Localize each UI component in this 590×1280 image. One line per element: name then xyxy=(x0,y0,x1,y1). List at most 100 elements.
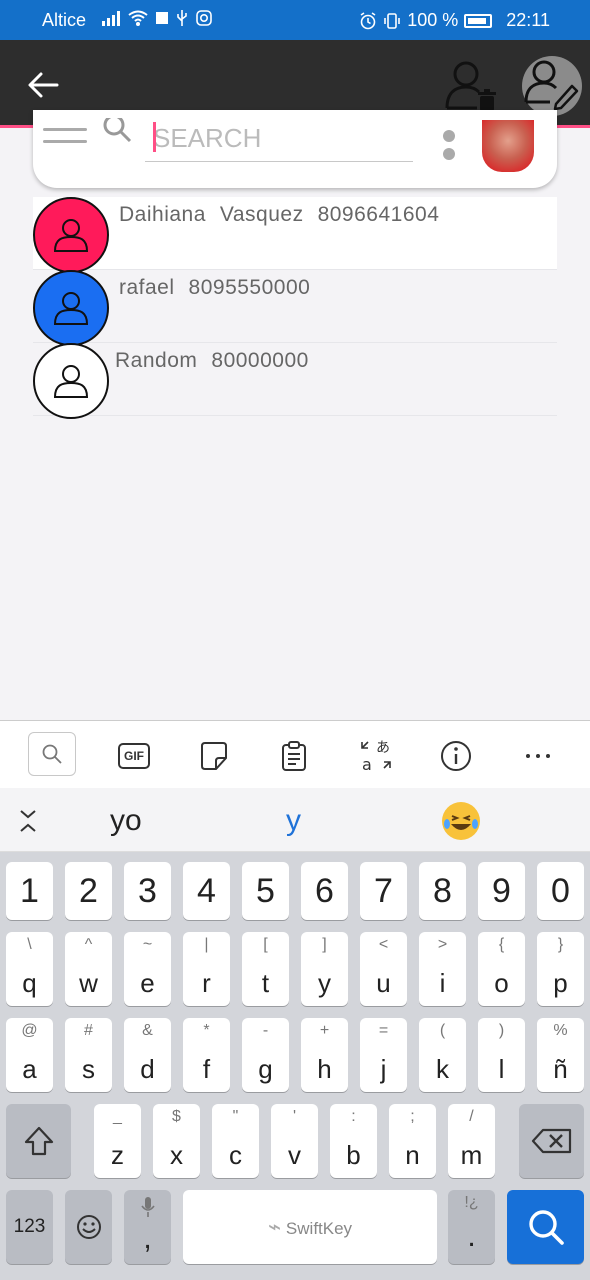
key-label: 2 xyxy=(79,872,98,910)
key-p[interactable]: } p xyxy=(537,932,584,1006)
key-b[interactable]: :b xyxy=(330,1104,377,1178)
key-alt-label: ( xyxy=(439,1022,446,1039)
key-label: s xyxy=(82,1054,95,1084)
battery-percent: 100 % xyxy=(407,10,459,30)
emoji-key[interactable] xyxy=(65,1190,112,1264)
profile-avatar[interactable] xyxy=(482,120,534,172)
key-alt-label: ~ xyxy=(142,936,153,953)
key-5[interactable]: 5 xyxy=(242,862,289,920)
key-2[interactable]: 2 xyxy=(65,862,112,920)
key-w[interactable]: ^ w xyxy=(65,932,112,1006)
key-3[interactable]: 3 xyxy=(124,862,171,920)
translate-button[interactable]: あa xyxy=(352,734,400,778)
key-8[interactable]: 8 xyxy=(419,862,466,920)
key-e[interactable]: ~ e xyxy=(124,932,171,1006)
key-h[interactable]: + h xyxy=(301,1018,348,1092)
key-label: n xyxy=(405,1140,420,1170)
key-label: 3 xyxy=(138,872,157,910)
key-alt-label: " xyxy=(232,1108,239,1125)
contact-phone: 8096641604 xyxy=(317,203,440,226)
person-trash-icon[interactable] xyxy=(444,58,500,114)
menu-icon[interactable] xyxy=(43,128,87,148)
key-alt-label: ^ xyxy=(84,936,93,953)
suggestion[interactable]: yo xyxy=(110,804,142,838)
key-1[interactable]: 1 xyxy=(6,862,53,920)
key-m[interactable]: / m xyxy=(448,1104,495,1178)
key-z[interactable]: _ z xyxy=(94,1104,141,1178)
suggestion[interactable]: y xyxy=(286,804,301,838)
key-c[interactable]: " c xyxy=(212,1104,259,1178)
sticker-button[interactable] xyxy=(190,734,238,778)
key-6[interactable]: 6 xyxy=(301,862,348,920)
key-y[interactable]: ] y xyxy=(301,932,348,1006)
key-o[interactable]: {o xyxy=(478,932,525,1006)
keyboard-search-button[interactable] xyxy=(28,732,76,776)
clipboard-icon xyxy=(282,741,306,771)
clipboard-button[interactable] xyxy=(270,734,318,778)
key-t[interactable]: [t xyxy=(242,932,289,1006)
key-label: g xyxy=(258,1054,273,1084)
key-u[interactable]: < u xyxy=(360,932,407,1006)
numbers-key[interactable]: 123 xyxy=(6,1190,53,1264)
edit-contact-button[interactable] xyxy=(522,56,582,116)
keyboard-toolbar: GIF あa xyxy=(0,720,590,788)
swiftkey-label: SwiftKey xyxy=(285,1219,353,1238)
search-input[interactable] xyxy=(145,116,413,162)
key-n-tilde[interactable]: % ñ xyxy=(537,1018,584,1092)
key-alt-label: { xyxy=(498,936,505,953)
key-d[interactable]: & d xyxy=(124,1018,171,1092)
arrow-left-icon[interactable] xyxy=(26,68,60,102)
key-q[interactable]: \ q xyxy=(6,932,53,1006)
key-s[interactable]: # s xyxy=(65,1018,112,1092)
key-i[interactable]: > i xyxy=(419,932,466,1006)
comma-key[interactable]: , xyxy=(124,1190,171,1264)
contact-row[interactable]: Daihiana Vasquez 8096641604 xyxy=(33,197,557,273)
key-alt-label: ) xyxy=(498,1022,505,1039)
contact-last-name: Vasquez xyxy=(219,203,304,226)
key-alt-label: $ xyxy=(172,1108,181,1125)
key-l[interactable]: ) l xyxy=(478,1018,525,1092)
key-x[interactable]: $ x xyxy=(153,1104,200,1178)
key-4[interactable]: 4 xyxy=(183,862,230,920)
key-alt-label: > xyxy=(437,936,448,953)
more-button[interactable] xyxy=(514,734,562,778)
key-v[interactable]: ' v xyxy=(271,1104,318,1178)
search-icon xyxy=(103,118,132,143)
contact-phone: 80000000 xyxy=(211,349,309,372)
contact-first-name: Random xyxy=(115,349,198,372)
key-alt-label: + xyxy=(319,1022,330,1039)
key-alt-label: - xyxy=(262,1022,269,1039)
search-bar xyxy=(33,110,557,188)
contact-row[interactable]: Random 80000000 xyxy=(33,343,557,419)
gif-button[interactable]: GIF xyxy=(110,734,158,778)
key-label: j xyxy=(380,1054,387,1084)
shift-key[interactable] xyxy=(6,1104,71,1178)
key-alt-label: / xyxy=(469,1108,474,1125)
key-label: y xyxy=(318,968,331,998)
backspace-key[interactable] xyxy=(519,1104,584,1178)
search-enter-key[interactable] xyxy=(507,1190,584,1264)
key-label: 9 xyxy=(492,872,511,910)
key-g[interactable]: -g xyxy=(242,1018,289,1092)
key-7[interactable]: 7 xyxy=(360,862,407,920)
key-r[interactable]: | r xyxy=(183,932,230,1006)
collapse-icon[interactable] xyxy=(18,808,38,834)
key-k[interactable]: (k xyxy=(419,1018,466,1092)
period-key[interactable]: !¿. xyxy=(448,1190,495,1264)
info-button[interactable] xyxy=(432,734,480,778)
contact-row[interactable]: rafael 8095550000 xyxy=(33,270,557,346)
status-icons-right: 100 % 22:11 xyxy=(359,10,550,31)
key-j[interactable]: = j xyxy=(360,1018,407,1092)
key-n[interactable]: ; n xyxy=(389,1104,436,1178)
key-label: l xyxy=(498,1054,505,1084)
swiftkey-logo: ⌁ SwiftKey xyxy=(183,1214,437,1240)
key-a[interactable]: @ a xyxy=(6,1018,53,1092)
backspace-icon xyxy=(531,1128,572,1154)
space-key[interactable]: ⌁ SwiftKey xyxy=(183,1190,437,1264)
key-label: . xyxy=(467,1220,476,1253)
laughing-emoji-icon[interactable] xyxy=(442,802,480,840)
key-0[interactable]: 0 xyxy=(537,862,584,920)
key-9[interactable]: 9 xyxy=(478,862,525,920)
key-f[interactable]: * f xyxy=(183,1018,230,1092)
more-options-icon[interactable] xyxy=(443,130,457,166)
